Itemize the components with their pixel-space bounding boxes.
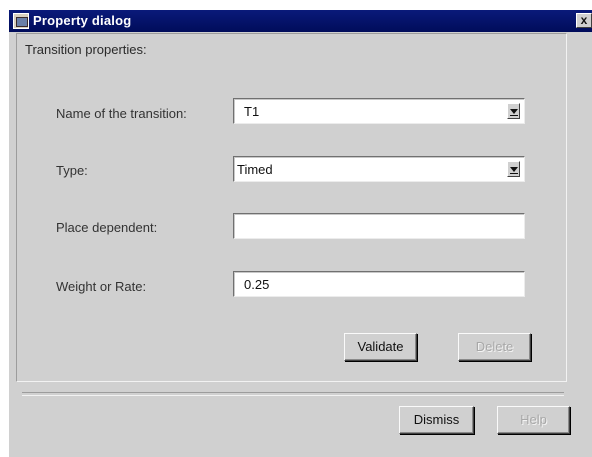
dismiss-button[interactable]: Dismiss [399, 406, 474, 434]
weight-rate-input[interactable]: 0.25 [233, 271, 525, 297]
window-title: Property dialog [33, 13, 132, 28]
transition-name-label: Name of the transition: [56, 106, 187, 121]
chevron-down-icon[interactable] [507, 103, 520, 119]
type-value: Timed [237, 162, 273, 177]
type-select[interactable]: Timed [233, 156, 525, 182]
close-button[interactable]: x [576, 13, 592, 28]
transition-properties-group [16, 33, 567, 382]
chevron-down-icon[interactable] [507, 161, 520, 177]
dialog-separator [22, 392, 564, 396]
help-button[interactable]: Help [497, 406, 570, 434]
place-dependent-input[interactable] [233, 213, 525, 239]
validate-button[interactable]: Validate [344, 333, 417, 361]
place-dependent-label: Place dependent: [56, 220, 158, 235]
group-title: Transition properties: [22, 42, 150, 57]
weight-rate-label: Weight or Rate: [56, 279, 147, 294]
transition-name-select[interactable]: T1 [233, 98, 525, 124]
dialog-app-icon[interactable] [13, 13, 29, 29]
title-bar[interactable]: Property dialog x [9, 10, 592, 32]
delete-button[interactable]: Delete [458, 333, 531, 361]
weight-rate-value: 0.25 [244, 277, 270, 292]
type-label: Type: [56, 163, 88, 178]
transition-name-value: T1 [244, 104, 260, 119]
